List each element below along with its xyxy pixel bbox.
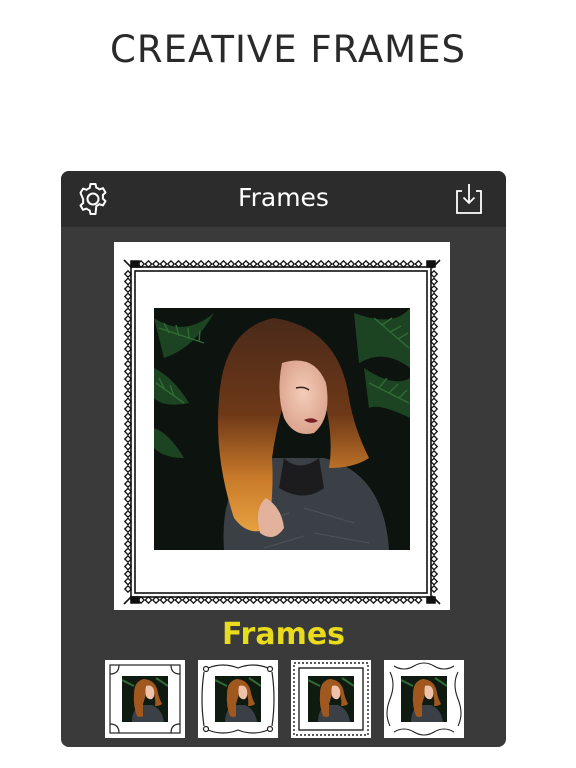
download-button[interactable] — [451, 181, 487, 217]
decorative-frame — [123, 259, 441, 605]
app-window: Frames Frames — [61, 171, 506, 747]
nav-title: Frames — [238, 183, 329, 212]
navigation-bar: Frames — [61, 171, 506, 227]
scroll-ornament-frame — [201, 664, 275, 734]
frame-thumbnail[interactable] — [291, 660, 371, 738]
frame-preview — [114, 242, 450, 610]
frame-thumbnail[interactable] — [198, 660, 278, 738]
download-icon — [456, 184, 482, 214]
page-headline: CREATIVE FRAMES — [110, 28, 466, 71]
frame-thumbnail-strip — [105, 660, 470, 740]
corner-ornament-frame — [109, 664, 181, 734]
frames-category-label: Frames — [221, 617, 346, 652]
frame-thumbnail[interactable] — [105, 660, 185, 738]
swirl-ornament-frame — [386, 662, 462, 736]
frame-thumbnail[interactable] — [384, 660, 464, 738]
dotted-border-frame — [293, 662, 369, 736]
